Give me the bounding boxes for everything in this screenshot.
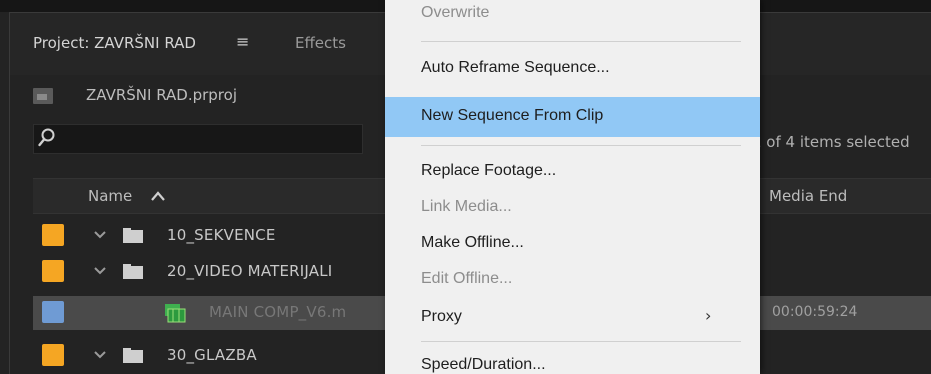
chevron-down-icon[interactable] (92, 265, 108, 277)
menu-separator (421, 341, 741, 342)
menu-item-label: Link Media... (421, 198, 512, 215)
row-media-end: 00:00:59:24 (772, 304, 858, 320)
row-name: 10_SEKVENCE (167, 226, 276, 244)
menu-item-replace-footage[interactable]: Replace Footage... (385, 151, 760, 191)
menu-item-label: Proxy (421, 308, 462, 325)
menu-item-link-media[interactable]: Link Media... (385, 187, 760, 227)
row-name: 30_GLAZBA (167, 346, 257, 364)
submenu-arrow-icon: › (705, 306, 712, 325)
folder-icon (123, 348, 143, 363)
project-file-name: ZAVRŠNI RAD.prproj (86, 86, 237, 104)
sequence-icon (165, 304, 186, 323)
menu-separator (421, 41, 741, 42)
items-selected-status: 1 of 4 items selected (752, 133, 910, 151)
context-menu: Overwrite Auto Reframe Sequence... New S… (385, 0, 760, 374)
menu-item-auto-reframe-sequence[interactable]: Auto Reframe Sequence... (385, 48, 760, 88)
menu-separator (421, 145, 741, 146)
sort-ascending-icon[interactable] (148, 188, 168, 204)
label-color-swatch[interactable] (42, 260, 64, 282)
project-file-icon (33, 88, 53, 104)
menu-item-edit-offline[interactable]: Edit Offline... (385, 259, 760, 299)
label-color-swatch[interactable] (42, 301, 64, 323)
row-name: 20_VIDEO MATERIJALI (167, 262, 333, 280)
folder-icon (123, 264, 143, 279)
search-icon[interactable] (37, 127, 57, 149)
tab-effects[interactable]: Effects (295, 34, 346, 52)
menu-item-new-sequence-from-clip[interactable]: New Sequence From Clip (385, 97, 760, 137)
menu-item-label: Make Offline... (421, 234, 524, 251)
tab-project[interactable]: Project: ZAVRŠNI RAD (33, 34, 196, 52)
menu-item-proxy[interactable]: Proxy › (385, 297, 760, 337)
menu-item-label: Replace Footage... (421, 162, 557, 179)
menu-item-label: Auto Reframe Sequence... (421, 59, 610, 76)
search-input[interactable] (33, 124, 363, 154)
folder-icon (123, 228, 143, 243)
chevron-down-icon[interactable] (92, 349, 108, 361)
label-color-swatch[interactable] (42, 344, 64, 366)
label-color-swatch[interactable] (42, 224, 64, 246)
menu-item-overwrite[interactable]: Overwrite (385, 0, 760, 36)
panel-menu-icon[interactable]: ≡ (236, 32, 249, 51)
column-header-name[interactable]: Name (88, 187, 132, 205)
menu-item-label: Overwrite (421, 4, 490, 21)
column-header-media-end[interactable]: Media End (769, 187, 847, 205)
chevron-down-icon[interactable] (92, 229, 108, 241)
menu-item-label: New Sequence From Clip (421, 107, 604, 124)
menu-item-make-offline[interactable]: Make Offline... (385, 223, 760, 263)
menu-item-label: Edit Offline... (421, 270, 513, 287)
row-name: MAIN COMP_V6.m (209, 303, 347, 321)
menu-item-speed-duration[interactable]: Speed/Duration... (385, 346, 760, 374)
menu-item-label: Speed/Duration... (421, 356, 546, 373)
